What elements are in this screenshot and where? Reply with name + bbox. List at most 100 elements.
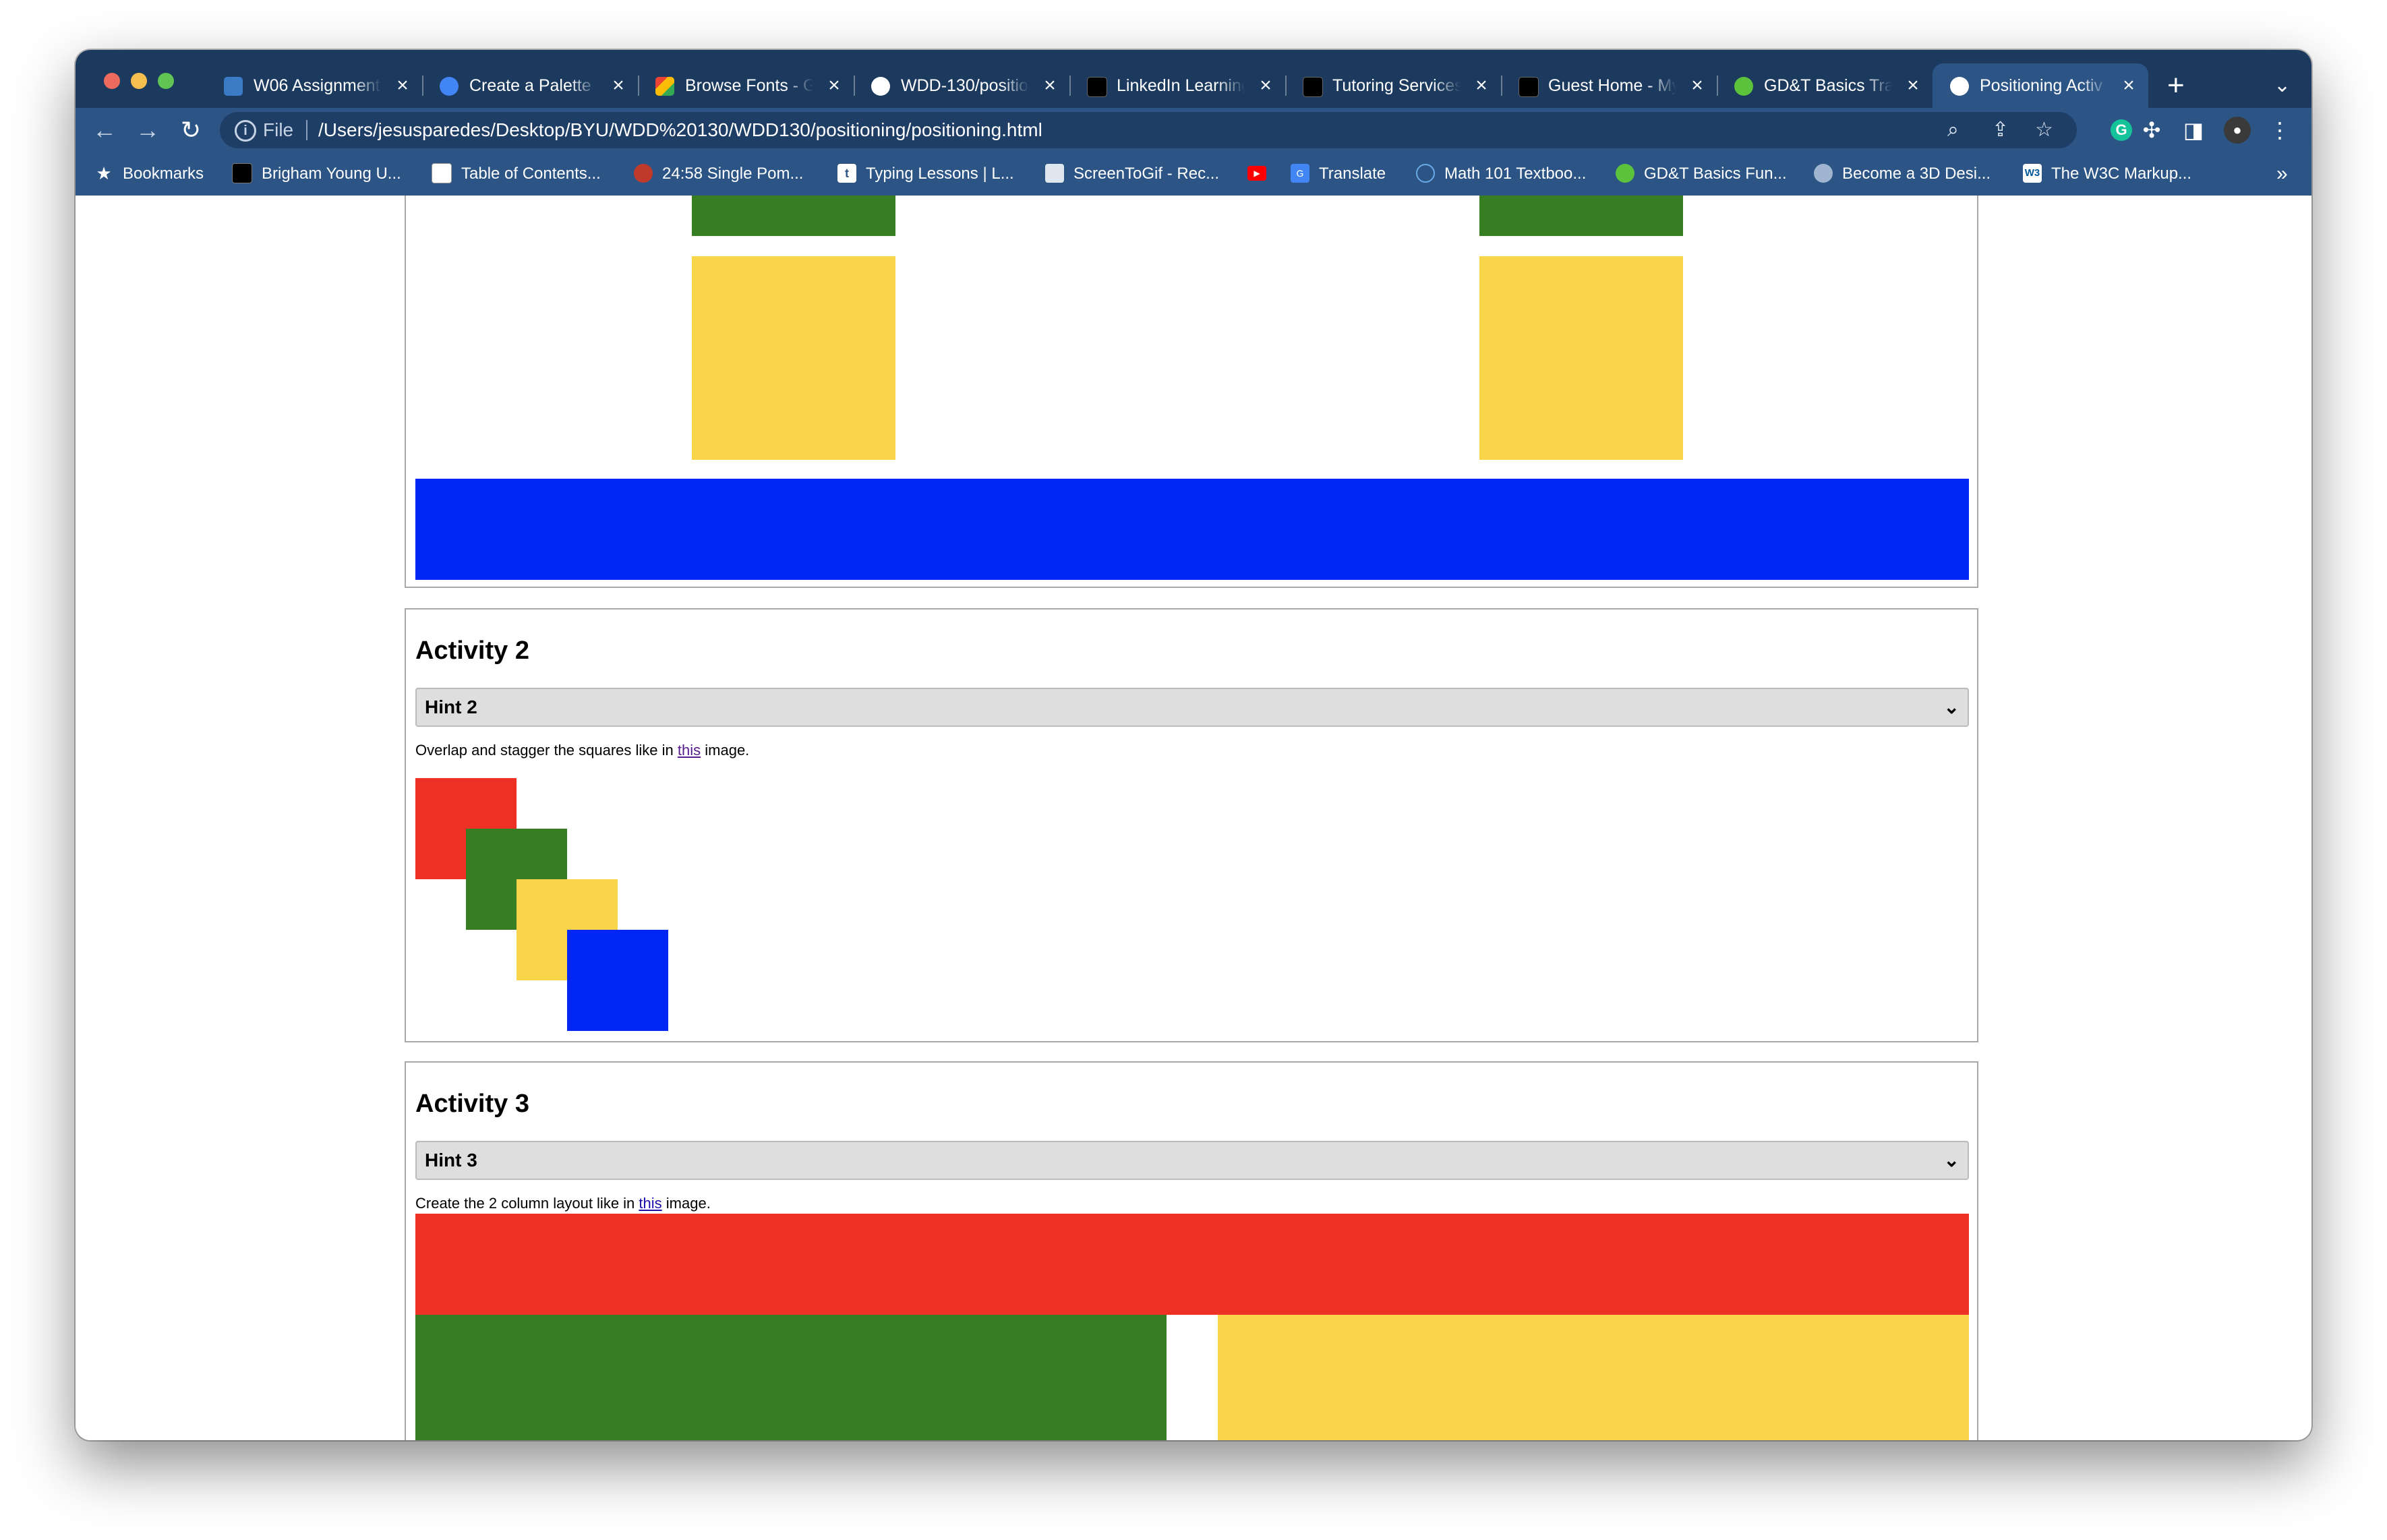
tab-title: W06 Assignment bbox=[254, 76, 380, 95]
menu-kebab-icon[interactable]: ⋮ bbox=[2263, 113, 2297, 147]
tab-title: Guest Home - My bbox=[1548, 76, 1676, 95]
bookmark-translate[interactable]: G Translate bbox=[1291, 152, 1386, 196]
green-square-left bbox=[692, 196, 895, 236]
byu-icon bbox=[1519, 77, 1539, 97]
byu-icon bbox=[1087, 77, 1107, 97]
globe-icon bbox=[1814, 163, 1833, 183]
close-icon[interactable]: × bbox=[1471, 63, 1492, 108]
forward-arrow-icon[interactable]: → bbox=[131, 108, 165, 152]
bookmark-typing-lessons[interactable]: t Typing Lessons | L... bbox=[837, 152, 1014, 196]
tab-title: Browse Fonts - G bbox=[685, 76, 813, 95]
tab-github-wdd130[interactable]: WDD-130/positio × bbox=[854, 63, 1071, 108]
w3c-icon: W3 bbox=[2023, 163, 2042, 183]
bookmark-youtube[interactable]: ▶ bbox=[1247, 152, 1276, 196]
tab-strip: W06 Assignment × Create a Palette × Brow… bbox=[76, 50, 2311, 108]
bookmark-bookmarks[interactable]: ★ Bookmarks bbox=[94, 152, 204, 196]
math-icon bbox=[1416, 163, 1435, 183]
browser-window: W06 Assignment × Create a Palette × Brow… bbox=[76, 50, 2311, 1440]
bookmark-w3c-markup[interactable]: W3 The W3C Markup... bbox=[2023, 152, 2191, 196]
tab-browse-fonts[interactable]: Browse Fonts - G × bbox=[638, 63, 855, 108]
extensions-puzzle-icon[interactable]: ✣ bbox=[2135, 113, 2169, 147]
url-text[interactable]: /Users/jesusparedes/Desktop/BYU/WDD%2013… bbox=[318, 112, 1042, 148]
youtube-icon: ▶ bbox=[1247, 165, 1266, 181]
close-icon[interactable]: × bbox=[608, 63, 628, 108]
new-tab-button[interactable]: + bbox=[2167, 63, 2185, 108]
profile-avatar-icon[interactable]: ● bbox=[2224, 117, 2251, 144]
minimize-window-button[interactable] bbox=[131, 73, 147, 89]
address-bar[interactable]: i File /Users/jesusparedes/Desktop/BYU/W… bbox=[220, 112, 2077, 148]
tomato-icon bbox=[634, 163, 653, 183]
side-panel-icon[interactable]: ◨ bbox=[2177, 113, 2210, 147]
activity3-description: Create the 2 column layout like in this … bbox=[415, 1195, 711, 1212]
activity2-section: Activity 2 Hint 2 ⌄ Overlap and stagger … bbox=[405, 608, 1978, 1042]
globe-icon bbox=[1950, 77, 1969, 96]
close-icon[interactable]: × bbox=[1040, 63, 1060, 108]
tab-guest-home[interactable]: Guest Home - My × bbox=[1501, 63, 1718, 108]
zoom-magnifier-icon[interactable]: ⌕ bbox=[1947, 112, 1959, 148]
bookmark-pomodoro[interactable]: 24:58 Single Pom... bbox=[634, 152, 803, 196]
more-bookmarks-chevron-icon[interactable]: » bbox=[2276, 152, 2288, 196]
bookmark-star-icon[interactable]: ☆ bbox=[2035, 112, 2053, 148]
bookmark-table-of-contents[interactable]: Table of Contents... bbox=[432, 152, 601, 196]
hint2-dropdown[interactable]: Hint 2 ⌄ bbox=[415, 688, 1969, 727]
google-fonts-icon bbox=[655, 77, 674, 96]
info-icon[interactable]: i bbox=[235, 120, 256, 142]
share-icon[interactable]: ⇪ bbox=[1992, 112, 2009, 148]
back-arrow-icon[interactable]: ← bbox=[88, 108, 121, 152]
tab-title: LinkedIn Learning bbox=[1117, 76, 1245, 95]
activity3-image-link[interactable]: this bbox=[639, 1195, 661, 1212]
translate-icon: G bbox=[1291, 163, 1309, 183]
bookmark-screentogif[interactable]: ScreenToGif - Rec... bbox=[1045, 152, 1219, 196]
tab-title: WDD-130/positio bbox=[901, 76, 1028, 95]
bookmark-byu[interactable]: Brigham Young U... bbox=[232, 152, 401, 196]
bookmark-gdt-basics[interactable]: GD&T Basics Fun... bbox=[1616, 152, 1787, 196]
github-icon bbox=[871, 77, 890, 96]
hint2-label: Hint 2 bbox=[425, 697, 477, 717]
zoom-window-button[interactable] bbox=[158, 73, 174, 89]
tab-linkedin-learning[interactable]: LinkedIn Learning × bbox=[1069, 63, 1287, 108]
tab-create-palette[interactable]: Create a Palette × bbox=[422, 63, 639, 108]
activity2-image-link[interactable]: this bbox=[678, 742, 701, 759]
activity1-section bbox=[405, 196, 1978, 588]
close-icon[interactable]: × bbox=[824, 63, 844, 108]
tab-gdt-basics[interactable]: GD&T Basics Tra × bbox=[1717, 63, 1933, 108]
tab-w06-assignment[interactable]: W06 Assignment × bbox=[206, 63, 423, 108]
chevron-down-icon: ⌄ bbox=[1943, 697, 1959, 717]
close-window-button[interactable] bbox=[104, 73, 120, 89]
reload-icon[interactable]: ↻ bbox=[174, 108, 208, 152]
green-square-right bbox=[1479, 196, 1683, 236]
tab-title: Positioning Activ bbox=[1980, 76, 2103, 95]
right-column-yellow bbox=[1218, 1315, 1969, 1440]
typing-icon: t bbox=[837, 163, 856, 183]
close-icon[interactable]: × bbox=[1903, 63, 1923, 108]
tab-positioning-activity[interactable]: Positioning Activ × bbox=[1933, 63, 2148, 108]
book-icon bbox=[432, 162, 452, 183]
yellow-square-right bbox=[1479, 256, 1683, 460]
activity3-heading: Activity 3 bbox=[415, 1090, 529, 1118]
tab-search-chevron-icon[interactable]: ⌄ bbox=[2274, 63, 2291, 108]
activity2-heading: Activity 2 bbox=[415, 636, 529, 665]
tab-tutoring-services[interactable]: Tutoring Services × bbox=[1285, 63, 1502, 108]
close-icon[interactable]: × bbox=[2119, 63, 2139, 108]
activity3-section: Activity 3 Hint 3 ⌄ Create the 2 column … bbox=[405, 1061, 1978, 1440]
grammarly-extension-icon[interactable]: G bbox=[2111, 119, 2132, 141]
tab-title: Create a Palette bbox=[469, 76, 591, 95]
gear-icon bbox=[1616, 163, 1634, 183]
left-column-green bbox=[415, 1315, 1167, 1440]
activity2-description: Overlap and stagger the squares like in … bbox=[415, 742, 750, 759]
blue-square bbox=[567, 930, 668, 1031]
bookmark-math-textbook[interactable]: Math 101 Textboo... bbox=[1416, 152, 1586, 196]
byu-icon bbox=[1303, 77, 1323, 97]
close-icon[interactable]: × bbox=[392, 63, 413, 108]
bookmarks-bar: ★ Bookmarks Brigham Young U... Table of C… bbox=[76, 152, 2311, 196]
byu-icon bbox=[232, 162, 252, 183]
star-icon: ★ bbox=[96, 162, 112, 183]
palette-icon bbox=[440, 77, 459, 96]
bar-chart-icon bbox=[224, 77, 243, 96]
bookmark-3d-design[interactable]: Become a 3D Desi... bbox=[1814, 152, 1991, 196]
tab-title: GD&T Basics Tra bbox=[1764, 76, 1892, 95]
hint3-dropdown[interactable]: Hint 3 ⌄ bbox=[415, 1141, 1969, 1180]
close-icon[interactable]: × bbox=[1687, 63, 1707, 108]
page-viewport[interactable]: Activity 2 Hint 2 ⌄ Overlap and stagger … bbox=[76, 196, 2311, 1440]
close-icon[interactable]: × bbox=[1256, 63, 1276, 108]
